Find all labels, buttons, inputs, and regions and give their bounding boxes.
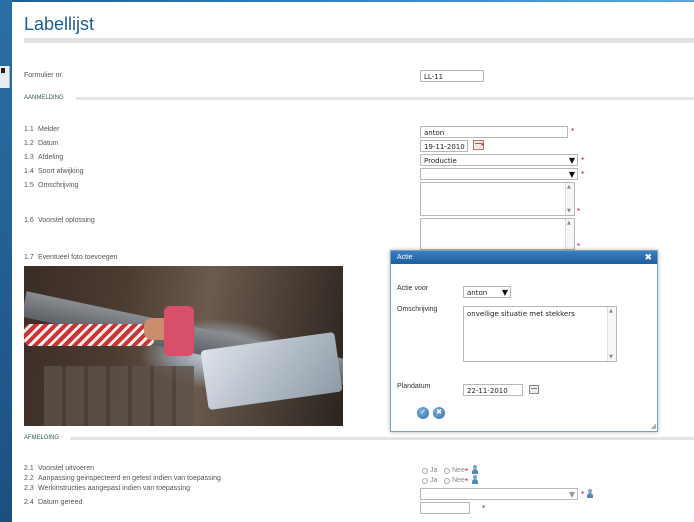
section-divider: [76, 97, 694, 100]
chevron-down-icon: ▼: [568, 156, 575, 165]
melder-input[interactable]: anton: [420, 126, 568, 138]
radio-ja[interactable]: [422, 478, 428, 484]
radio-ja-label: Ja: [430, 467, 438, 474]
field-omschrijving-label: 1.5 Omschrijving: [24, 182, 79, 189]
close-icon[interactable]: ✖: [644, 252, 652, 263]
field-datum-label: 1.2 Datum: [24, 140, 59, 147]
section-aanmelding: AANMELDING: [24, 95, 64, 101]
werkinstructies-select[interactable]: ▼: [420, 488, 578, 500]
radio-ja[interactable]: [422, 468, 428, 474]
voorstel-oplossing-textarea[interactable]: ▲: [420, 218, 575, 250]
formulier-nr-input[interactable]: LL-11: [420, 70, 484, 82]
radio-nee-label: Nee: [452, 467, 465, 474]
chevron-down-icon: ▼: [568, 490, 575, 499]
datum-input[interactable]: 19-11-2010: [420, 140, 468, 152]
user-icon[interactable]: [472, 465, 478, 474]
dialog-omschrijving-value: onveilige situatie met stekkers: [467, 310, 575, 318]
datum-gereed-input[interactable]: [420, 502, 470, 514]
scrollbar[interactable]: ▲: [565, 219, 574, 249]
plandatum-label: Plandatum: [397, 383, 431, 390]
cancel-button[interactable]: ✖: [433, 407, 445, 419]
afdeling-value: Productie: [424, 157, 457, 165]
omschrijving-textarea[interactable]: ▲ ▼: [420, 182, 575, 216]
calendar-icon[interactable]: [529, 385, 539, 394]
scrollbar[interactable]: ▲ ▼: [607, 307, 616, 361]
radio-ja-label: Ja: [430, 477, 438, 484]
afdeling-select[interactable]: Productie ▼: [420, 154, 578, 166]
required-mark: *: [577, 207, 581, 216]
field-soort-afwijking-label: 1.4 Soort afwijking: [24, 168, 84, 175]
required-mark: *: [571, 127, 575, 136]
dialog-title: Actie: [397, 254, 413, 261]
scroll-down-icon[interactable]: ▼: [567, 208, 571, 214]
actie-voor-label: Actie voor: [397, 285, 429, 292]
radio-nee[interactable]: [444, 468, 450, 474]
uploaded-photo: [24, 266, 343, 426]
scrollbar[interactable]: ▲ ▼: [565, 183, 574, 215]
chevron-down-icon: ▼: [568, 170, 575, 179]
user-icon[interactable]: [587, 489, 593, 498]
resize-handle-icon[interactable]: ◢: [651, 422, 656, 430]
formulier-label: Formulier nr.: [24, 72, 64, 79]
field-voorstel-oplossing-label: 1.6 Voorstel oplossing: [24, 217, 95, 224]
title-divider: [24, 38, 694, 43]
required-mark: *: [481, 142, 485, 151]
page-title: Labellijst: [24, 14, 95, 34]
actie-voor-value: anton: [467, 289, 488, 297]
scroll-up-icon[interactable]: ▲: [609, 308, 613, 314]
confirm-button[interactable]: ✓: [417, 407, 429, 419]
section-divider: [70, 437, 694, 440]
scroll-up-icon[interactable]: ▲: [567, 220, 571, 226]
scroll-up-icon[interactable]: ▲: [567, 184, 571, 190]
radio-nee[interactable]: [444, 478, 450, 484]
field-foto-label: 1.7 Eventueel foto toevoegen: [24, 254, 118, 261]
dialog-header: Actie ✖: [391, 251, 657, 264]
section-afmelding: AFMELDING: [24, 435, 60, 441]
field-datum-gereed-label: 2.4 Datum gereed: [24, 499, 83, 506]
field-aanpassing-label: 2.2 Aanpassing geinspecteerd en getest in…: [24, 475, 221, 482]
field-voorstel-uitvoeren-label: 2.1 Voorstel uitvoeren: [24, 465, 95, 472]
soort-afwijking-select[interactable]: ▼: [420, 168, 578, 180]
required-mark: *: [581, 170, 585, 179]
actie-dialog: Actie ✖ Actie voor anton ▼ Omschrijving o…: [390, 250, 658, 432]
dialog-omschrijving-label: Omschrijving: [397, 306, 438, 313]
radio-nee-label: Nee: [452, 477, 465, 484]
field-werkinstructies-label: 2.3 Werkinstructies aangepast indien van …: [24, 485, 191, 492]
actie-voor-select[interactable]: anton ▼: [463, 286, 511, 298]
required-mark: *: [581, 490, 585, 499]
user-icon[interactable]: [472, 475, 478, 484]
required-mark: *: [581, 156, 585, 165]
photo-detail: [24, 324, 154, 346]
field-melder-label: 1.1 Melder: [24, 126, 60, 133]
scroll-down-icon[interactable]: ▼: [609, 354, 613, 360]
chevron-down-icon: ▼: [501, 288, 508, 297]
required-mark: *: [465, 467, 469, 476]
side-tab[interactable]: [0, 66, 10, 88]
plandatum-input[interactable]: 22-11-2010: [463, 384, 523, 396]
photo-detail: [44, 366, 194, 426]
dialog-omschrijving-textarea[interactable]: onveilige situatie met stekkers ▲ ▼: [463, 306, 617, 362]
required-mark: *: [482, 504, 486, 513]
field-afdeling-label: 1.3 Afdeling: [24, 154, 64, 161]
required-mark: *: [465, 477, 469, 486]
photo-detail: [164, 306, 194, 356]
